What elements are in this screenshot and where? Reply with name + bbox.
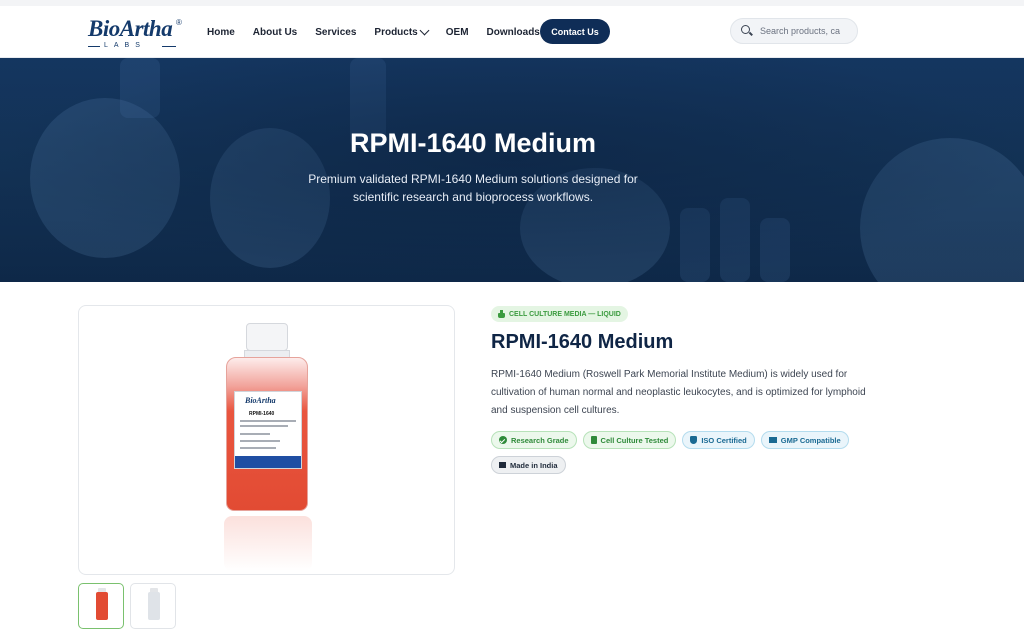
product-image-card[interactable]: BioArtha RPMI-1640: [78, 305, 455, 575]
label-text-line: [240, 447, 276, 449]
label-logo: BioArtha: [245, 396, 276, 405]
check-circle-icon: [499, 436, 507, 444]
label-text-line: [240, 433, 270, 435]
bioartha-logo[interactable]: BioArtha ® LABS: [88, 14, 184, 52]
thumbnail-2[interactable]: [130, 583, 176, 629]
badge-label: GMP Compatible: [780, 435, 841, 445]
nav-services-label: Services: [315, 26, 357, 38]
category-tag: CELL CULTURE MEDIA — LIQUID: [491, 306, 628, 322]
category-label: CELL CULTURE MEDIA — LIQUID: [509, 310, 621, 318]
hero-banner: RPMI-1640 Medium Premium validated RPMI-…: [0, 58, 1024, 282]
flag-icon: [499, 462, 506, 468]
nav-about-label: About Us: [252, 26, 298, 38]
nav-services[interactable]: Services: [315, 27, 356, 38]
flask-icon: [590, 436, 597, 444]
contact-us-button[interactable]: Contact Us: [540, 19, 610, 44]
thumbnail-1[interactable]: [78, 583, 124, 629]
label-text-line: [240, 420, 296, 422]
nav-about-us[interactable]: About Us: [253, 27, 297, 38]
badge-gmp-compatible: GMP Compatible: [760, 431, 849, 449]
nav-home-label: Home: [207, 26, 235, 38]
thumbnail-bottle: [148, 592, 160, 620]
flask-icon: [498, 310, 505, 318]
logo-subtitle: LABS: [104, 42, 146, 49]
badge-iso-certified: ISO Certified: [682, 431, 755, 449]
site-header: BioArtha ® LABS Home About Us Services P…: [0, 6, 1024, 58]
badge-label: Research Grade: [511, 435, 569, 445]
nav-oem[interactable]: OEM: [446, 27, 469, 38]
label-band: [235, 456, 301, 468]
badge-label: Cell Culture Tested: [600, 435, 669, 445]
nav-products[interactable]: Products: [374, 25, 430, 38]
product-bottle-image: BioArtha RPMI-1640: [224, 323, 312, 513]
nav-downloads[interactable]: Downloads: [487, 27, 540, 38]
logo-divider-right: [162, 46, 176, 47]
bottle-reflection: [224, 516, 312, 571]
logo-divider-left: [88, 46, 100, 47]
bottle-label: BioArtha RPMI-1640: [234, 391, 302, 469]
main-nav: Home About Us Services Products OEM Down…: [207, 6, 558, 58]
badge-research-grade: Research Grade: [491, 431, 577, 449]
badge-label: ISO Certified: [701, 435, 747, 445]
product-description: RPMI-1640 Medium (Roswell Park Memorial …: [491, 369, 866, 416]
badge-cell-culture-tested: Cell Culture Tested: [582, 431, 677, 449]
registered-mark: ®: [176, 18, 182, 27]
label-text-line: [240, 440, 280, 442]
badge-made-in-india: Made in India: [491, 456, 566, 474]
label-product-name: RPMI-1640: [249, 411, 275, 417]
nav-products-label: Products: [374, 26, 418, 38]
thumbnail-bottle: [96, 592, 108, 620]
hero-subtitle: Premium validated RPMI-1640 Medium solut…: [308, 172, 638, 204]
bottle-cap: [246, 323, 288, 351]
search-input[interactable]: [760, 26, 850, 36]
factory-icon: [768, 437, 777, 443]
logo-text: BioArtha: [88, 16, 173, 41]
nav-home[interactable]: Home: [207, 27, 235, 38]
product-badges: Research Grade Cell Culture Tested ISO C…: [491, 431, 871, 481]
badge-label: Made in India: [510, 460, 558, 470]
hero-title: RPMI-1640 Medium: [349, 128, 597, 158]
shield-icon: [690, 436, 698, 444]
chevron-down-icon: [419, 25, 430, 35]
nav-oem-label: OEM: [445, 26, 469, 38]
label-text-line: [240, 425, 288, 427]
nav-downloads-label: Downloads: [486, 26, 540, 38]
search-box[interactable]: [730, 18, 858, 44]
product-title: RPMI-1640 Medium: [491, 331, 674, 353]
search-icon: [740, 24, 754, 38]
